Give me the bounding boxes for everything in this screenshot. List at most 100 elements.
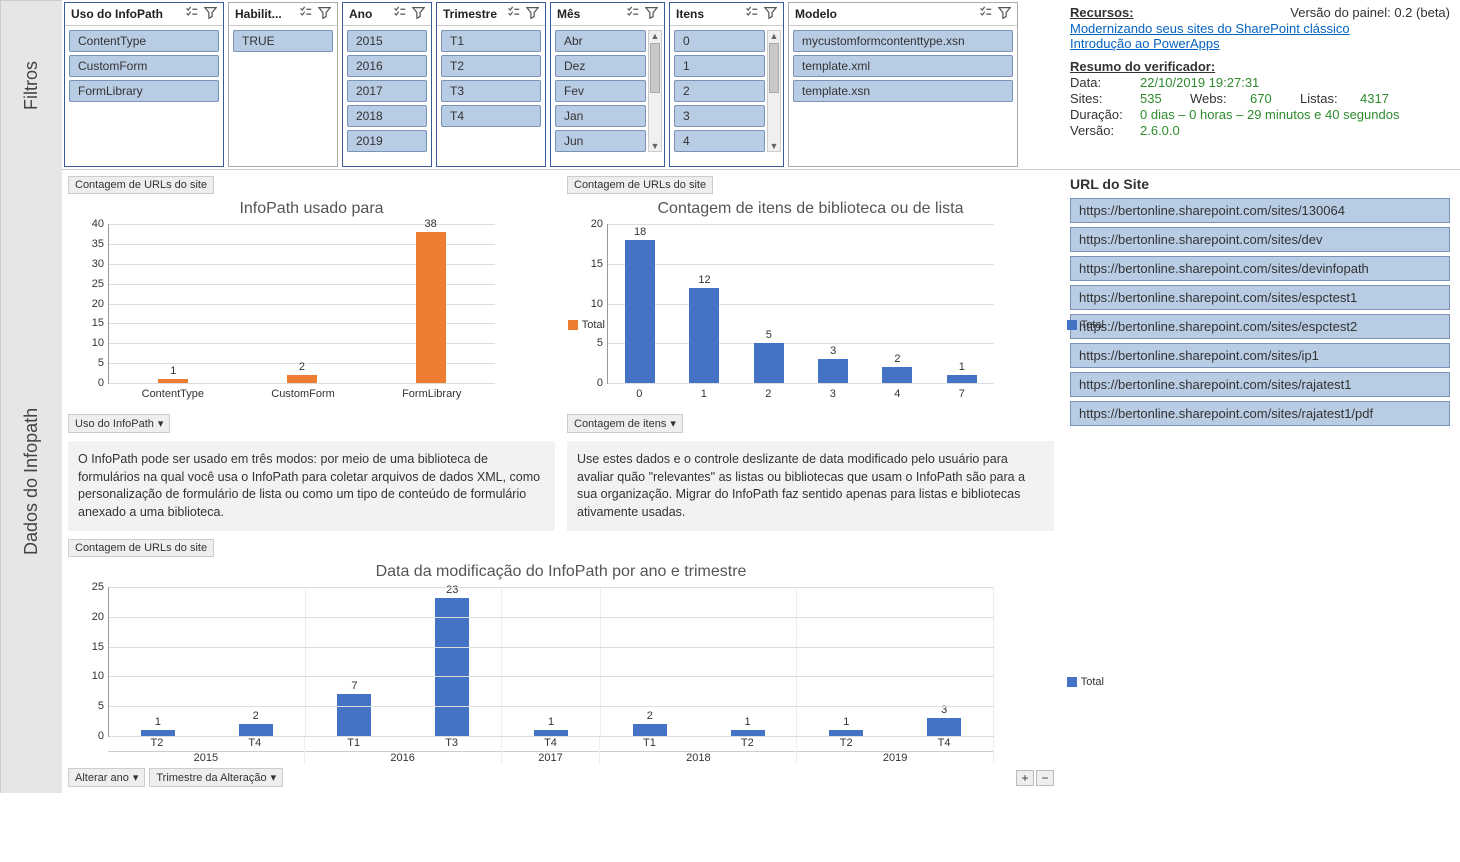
x-tick-label: 2 [765,388,771,400]
scroll-up-icon[interactable]: ▲ [770,31,779,41]
bar-value-label: 38 [425,218,437,230]
slicer-item[interactable]: 2015 [347,30,427,52]
filter-icon[interactable] [645,6,658,22]
bar[interactable] [287,375,317,383]
slicer-item[interactable]: T1 [441,30,541,52]
collapse-button[interactable]: − [1036,770,1054,786]
url-item[interactable]: https://bertonline.sharepoint.com/sites/… [1070,401,1450,426]
bar[interactable] [947,375,977,383]
scroll-thumb[interactable] [650,43,660,93]
y-tick-label: 5 [578,337,603,349]
url-item[interactable]: https://bertonline.sharepoint.com/sites/… [1070,343,1450,368]
slicer-item[interactable]: FormLibrary [69,80,219,102]
slicer-item[interactable]: 2016 [347,55,427,77]
filter-icon[interactable] [204,6,217,22]
slicer-item[interactable]: Jun [555,130,646,152]
bar[interactable] [927,718,961,736]
chart3-legend: Total [1067,676,1104,688]
slicer-s2: Habilit...TRUE [228,2,338,167]
bar[interactable] [633,724,667,736]
url-item[interactable]: https://bertonline.sharepoint.com/sites/… [1070,227,1450,252]
scroll-thumb[interactable] [769,43,779,93]
chart3-field-dropdown-year[interactable]: Alterar ano ▾ [68,768,145,787]
legend-label: Total [1081,676,1104,688]
bar[interactable] [337,694,371,736]
slicer-item[interactable]: T3 [441,80,541,102]
slicer-item[interactable]: 3 [674,105,765,127]
slicer-item[interactable]: ContentType [69,30,219,52]
chart3-field-dropdown-quarter[interactable]: Trimestre da Alteração ▾ [149,768,283,787]
slicer-item[interactable]: template.xml [793,55,1013,77]
x-tick-label: T4 [544,737,557,749]
duration-label: Duração: [1070,107,1130,122]
chart2-legend: Total [1067,319,1104,331]
bar[interactable] [416,232,446,383]
filter-icon[interactable] [764,6,777,22]
x-group-year-label: 2016 [305,751,501,764]
scroll-down-icon[interactable]: ▼ [651,141,660,151]
url-item[interactable]: https://bertonline.sharepoint.com/sites/… [1070,314,1450,339]
version-label: Versão: [1070,123,1130,138]
slicer-item[interactable]: mycustomformcontenttype.xsn [793,30,1013,52]
expand-button[interactable]: + [1016,770,1034,786]
slicer-item[interactable]: Jan [555,105,646,127]
multiselect-icon[interactable] [185,6,198,22]
slicer-item[interactable]: Fev [555,80,646,102]
resources-heading: Recursos: [1070,5,1134,20]
slicer-item[interactable]: 0 [674,30,765,52]
slicer-item[interactable]: 1 [674,55,765,77]
filter-icon[interactable] [318,6,331,22]
slicer-item[interactable]: template.xsn [793,80,1013,102]
slicer-item[interactable]: 2017 [347,80,427,102]
slicer-item[interactable]: TRUE [233,30,333,52]
bar[interactable] [435,598,469,736]
bar-value-label: 18 [634,226,646,238]
scroll-up-icon[interactable]: ▲ [651,31,660,41]
multiselect-icon[interactable] [393,6,406,22]
url-item[interactable]: https://bertonline.sharepoint.com/sites/… [1070,256,1450,281]
filter-icon[interactable] [412,6,425,22]
description-1: O InfoPath pode ser usado em três modos:… [68,441,555,531]
multiselect-icon[interactable] [745,6,758,22]
chart3-container: Contagem de URLs do site Data da modific… [68,539,1054,787]
link-modernize[interactable]: Modernizando seus sites do SharePoint cl… [1070,21,1350,36]
chart1-plot: 05101520253035401238 [108,224,495,384]
multiselect-icon[interactable] [507,6,520,22]
slicer-item[interactable]: T2 [441,55,541,77]
slicer-item[interactable]: Abr [555,30,646,52]
slicer-item[interactable]: 4 [674,130,765,152]
chart1-field-dropdown[interactable]: Uso do InfoPath ▾ [68,414,170,433]
bar[interactable] [158,379,188,383]
url-item[interactable]: https://bertonline.sharepoint.com/sites/… [1070,285,1450,310]
slicer-item[interactable]: 2018 [347,105,427,127]
slicer-title: Trimestre [443,7,497,21]
slicer-item[interactable]: 2019 [347,130,427,152]
filter-icon[interactable] [526,6,539,22]
bar[interactable] [689,288,719,383]
scroll-down-icon[interactable]: ▼ [770,141,779,151]
multiselect-icon[interactable] [299,6,312,22]
bar[interactable] [754,343,784,383]
bar[interactable] [625,240,655,383]
slicer-scrollbar[interactable]: ▲▼ [648,30,662,152]
filter-icon[interactable] [998,6,1011,22]
multiselect-icon[interactable] [979,6,992,22]
bar[interactable] [818,359,848,383]
slicer-item[interactable]: CustomForm [69,55,219,77]
slicer-scrollbar[interactable]: ▲▼ [767,30,781,152]
url-panel-heading: URL do Site [1070,176,1450,192]
bar[interactable] [239,724,273,736]
url-item[interactable]: https://bertonline.sharepoint.com/sites/… [1070,372,1450,397]
link-powerapps[interactable]: Introdução ao PowerApps [1070,36,1220,51]
slicer-item[interactable]: Dez [555,55,646,77]
y-tick-label: 5 [79,357,104,369]
bar[interactable] [882,367,912,383]
section-label-infopath-data: Dados do Infopath [0,170,62,793]
slicer-item[interactable]: T4 [441,105,541,127]
x-group-year-label: 2018 [600,751,796,764]
multiselect-icon[interactable] [626,6,639,22]
chart2-field-dropdown[interactable]: Contagem de itens ▾ [567,414,683,433]
slicer-item[interactable]: 2 [674,80,765,102]
bar-value-label: 2 [894,353,900,365]
url-item[interactable]: https://bertonline.sharepoint.com/sites/… [1070,198,1450,223]
